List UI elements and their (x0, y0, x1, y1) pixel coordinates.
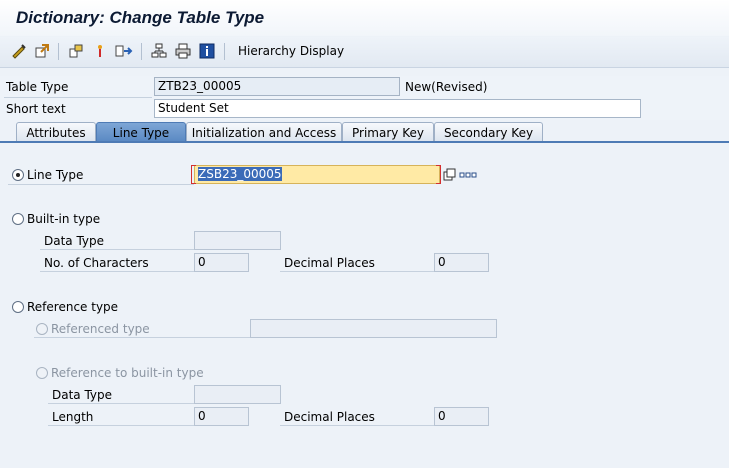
divider (34, 337, 250, 338)
reference-type-radio[interactable] (12, 301, 24, 313)
divider (8, 184, 194, 185)
status-text: New(Revised) (405, 80, 488, 94)
line-type-label: Line Type (27, 168, 84, 182)
ref-data-type-label: Data Type (52, 388, 113, 402)
more-icon[interactable] (459, 166, 477, 184)
ref-decimals-field[interactable]: 0 (434, 407, 489, 426)
length-field[interactable]: 0 (194, 407, 249, 426)
reference-type-label: Reference type (27, 300, 119, 314)
where-used-icon[interactable] (115, 42, 133, 60)
tab-primary-key[interactable]: Primary Key (342, 122, 434, 141)
tab-initialization-access[interactable]: Initialization and Access (186, 122, 342, 141)
length-label: Length (52, 410, 94, 424)
short-text-label: Short text (6, 102, 66, 116)
ref-data-type-field[interactable] (194, 385, 281, 404)
copy-icon[interactable] (441, 166, 459, 184)
ref-builtin-label: Reference to built-in type (51, 366, 204, 380)
toolbar-separator (141, 43, 142, 60)
ref-builtin-radio[interactable] (36, 367, 48, 379)
builtin-decimals-field[interactable]: 0 (434, 253, 489, 272)
activate-icon[interactable] (91, 42, 109, 60)
referenced-type-label: Referenced type (51, 322, 150, 336)
tab-content-line-type: Line Type ZSB23_00005 Built-in type Data… (0, 143, 729, 468)
tab-line-type[interactable]: Line Type (96, 122, 186, 141)
referenced-type-radio[interactable] (36, 323, 48, 335)
builtin-type-radio[interactable] (12, 213, 24, 225)
divider (40, 249, 194, 250)
builtin-decimals-label: Decimal Places (284, 256, 375, 270)
header-area: Table Type ZTB23_00005 New(Revised) Shor… (0, 76, 729, 120)
tab-attributes[interactable]: Attributes (16, 122, 96, 141)
tab-strip: Attributes Line Type Initialization and … (0, 122, 729, 142)
divider (48, 403, 194, 404)
line-type-input[interactable]: ZSB23_00005 (194, 165, 440, 184)
divider (280, 425, 434, 426)
window-title: Dictionary: Change Table Type (16, 8, 265, 27)
chars-label: No. of Characters (44, 256, 149, 270)
hierarchy-icon[interactable] (150, 42, 168, 60)
divider (48, 425, 194, 426)
builtin-data-type-label: Data Type (44, 234, 105, 248)
line-type-radio[interactable] (12, 169, 24, 181)
chars-field[interactable]: 0 (194, 253, 249, 272)
divider (280, 271, 434, 272)
divider (4, 97, 152, 98)
ref-decimals-label: Decimal Places (284, 410, 375, 424)
table-type-label: Table Type (6, 80, 69, 94)
line-type-value: ZSB23_00005 (198, 167, 282, 181)
table-type-field[interactable]: ZTB23_00005 (154, 77, 400, 96)
info-icon[interactable] (198, 42, 216, 60)
input-focus-mark (191, 165, 196, 184)
divider (40, 271, 194, 272)
print-icon[interactable] (174, 42, 192, 60)
title-bar: Dictionary: Change Table Type (0, 0, 729, 36)
toolbar-separator (224, 43, 225, 60)
toolbar-separator (58, 43, 59, 60)
check-icon[interactable] (67, 42, 85, 60)
application-toolbar: Hierarchy Display (0, 37, 729, 68)
tab-secondary-key[interactable]: Secondary Key (434, 122, 543, 141)
hierarchy-display-button[interactable]: Hierarchy Display (238, 44, 344, 58)
other-object-icon[interactable] (10, 42, 28, 60)
short-text-field[interactable]: Student Set (154, 99, 641, 118)
referenced-type-field[interactable] (250, 319, 497, 338)
builtin-data-type-field[interactable] (194, 231, 281, 250)
builtin-type-label: Built-in type (27, 212, 101, 226)
display-change-icon[interactable] (33, 42, 51, 60)
